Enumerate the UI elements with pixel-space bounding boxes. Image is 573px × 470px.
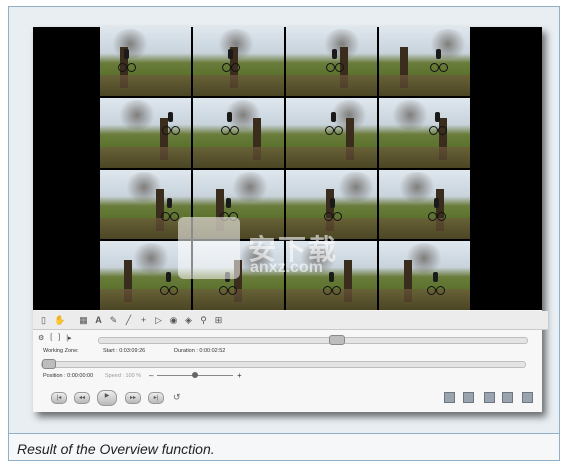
go-end-icon[interactable]: |▸ (66, 334, 71, 342)
position-handle[interactable] (42, 359, 56, 369)
duration-time: Duration : 0:00:02:52 (174, 348, 226, 354)
overview-frame (193, 98, 284, 168)
page-icon[interactable]: ▯ (39, 315, 48, 325)
skip-start-icon[interactable]: |◂ (51, 392, 67, 404)
copy-icon[interactable] (463, 392, 474, 403)
zoom-icon[interactable]: ⚲ (199, 315, 208, 325)
position-slider[interactable] (41, 359, 526, 369)
play-icon[interactable]: ▶ (97, 390, 117, 406)
marker-icon[interactable]: ⚙ (38, 334, 44, 342)
overview-frame (379, 169, 470, 239)
overview-frame (379, 240, 470, 310)
speed-minus-icon[interactable]: – (149, 371, 153, 380)
grid-icon[interactable]: ⊞ (214, 315, 223, 325)
working-zone-label: Working Zone: (43, 348, 79, 354)
video-viewer: 安下载 anxz.com (33, 27, 542, 310)
overview-frame (286, 98, 377, 168)
hand-icon[interactable]: ✋ (54, 315, 65, 325)
overview-frame (286, 27, 377, 97)
overview-frame (379, 27, 470, 97)
drawing-toolbar: ▯ ✋ ▦ A ✎ ╱ + ▷ ◉ ◈ ⚲ ⊞ (33, 311, 548, 330)
multi-icon[interactable]: ◈ (184, 315, 193, 325)
step-back-icon[interactable]: ◂◂ (74, 392, 90, 404)
skip-end-icon[interactable]: ▸| (148, 392, 164, 404)
step-forward-icon[interactable]: ▸▸ (125, 392, 141, 404)
app-screenshot: 安下载 anxz.com ▯ ✋ ▦ A ✎ ╱ + ▷ ◉ ◈ ⚲ ⊞ ⚙ [… (33, 27, 548, 412)
circle-icon[interactable]: ◉ (169, 315, 178, 325)
working-zone-handle[interactable] (329, 335, 345, 345)
bracket-right-icon[interactable]: ] (58, 334, 60, 342)
working-zone-track[interactable] (98, 335, 528, 345)
pen-icon[interactable]: ✎ (109, 315, 118, 325)
point-icon[interactable]: + (139, 315, 148, 325)
overview-frame (379, 98, 470, 168)
figure-area: 安下载 anxz.com ▯ ✋ ▦ A ✎ ╱ + ▷ ◉ ◈ ⚲ ⊞ ⚙ [… (9, 7, 559, 434)
speed-handle[interactable] (192, 372, 198, 378)
speed-slider[interactable] (157, 372, 233, 378)
text-icon[interactable]: A (94, 315, 103, 325)
camera-icon[interactable] (444, 392, 455, 403)
arrow-icon[interactable]: ▷ (154, 315, 163, 325)
bracket-left-icon[interactable]: [ (50, 334, 52, 342)
overview-frame (100, 27, 191, 97)
start-time: Start : 0:03:09:26 (103, 348, 146, 354)
watermark-shield-icon (178, 217, 240, 279)
watermark-subtext: anxz.com (250, 259, 323, 276)
timeline-buttons: ⚙ [ ] |▸ (38, 334, 72, 342)
figure-caption: Result of the Overview function. (17, 441, 215, 457)
figure-frame: 安下载 anxz.com ▯ ✋ ▦ A ✎ ╱ + ▷ ◉ ◈ ⚲ ⊞ ⚙ [… (8, 6, 560, 461)
loop-icon[interactable]: ↺ (173, 392, 181, 403)
save-icon[interactable] (484, 392, 495, 403)
export-icon[interactable] (502, 392, 513, 403)
export2-icon[interactable] (522, 392, 533, 403)
line-icon[interactable]: ╱ (124, 315, 133, 325)
speed-plus-icon[interactable]: + (237, 371, 242, 380)
position-time: Position : 0:00:00:00 (43, 373, 94, 379)
watermark: 安下载 anxz.com (178, 217, 338, 279)
overview-frame (100, 98, 191, 168)
player-controls: ⚙ [ ] |▸ Working Zone: Start : 0:03:09:2… (33, 330, 542, 412)
speed-label: Speed : 100 % (105, 373, 142, 379)
rect-icon[interactable]: ▦ (79, 315, 88, 325)
overview-frame (193, 27, 284, 97)
